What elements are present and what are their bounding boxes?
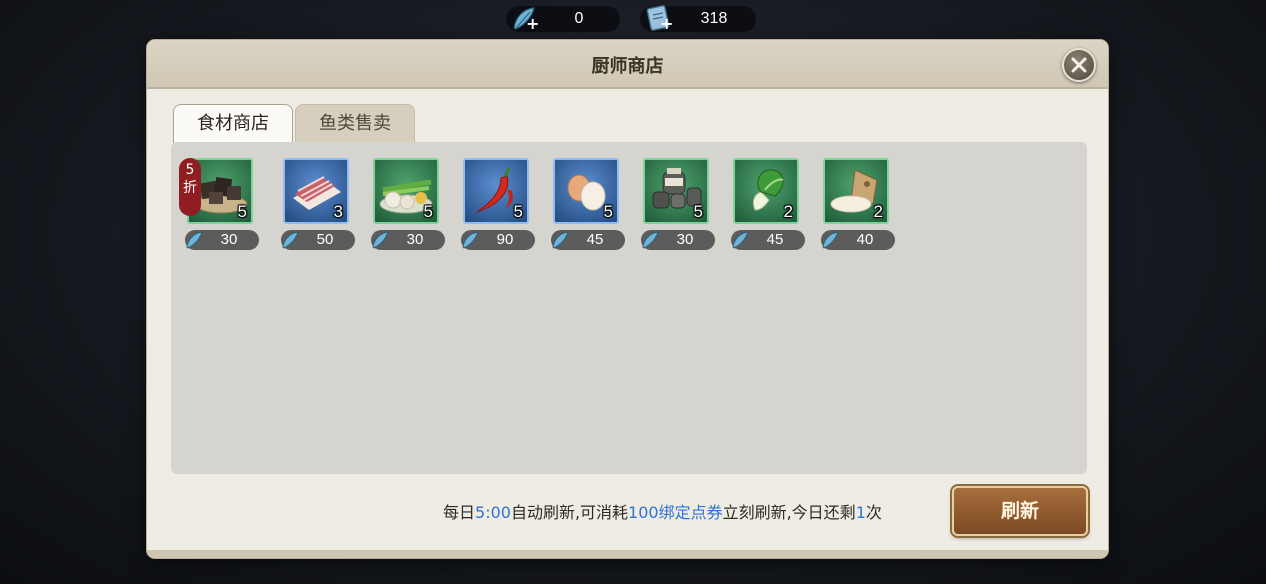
item-quantity: 5: [693, 202, 703, 221]
feather-count: 0: [574, 10, 584, 27]
item-price[interactable]: 30: [185, 230, 259, 250]
item-tile[interactable]: 5: [373, 158, 439, 224]
item-quantity: 5: [603, 202, 613, 221]
item-tile[interactable]: 5: [643, 158, 709, 224]
add-scroll-button[interactable]: +: [660, 14, 673, 33]
currency-scroll: + 318: [640, 5, 756, 33]
item-price[interactable]: 90: [461, 230, 535, 250]
window-bottom-border: [147, 550, 1108, 558]
shop-item-flour-sack[interactable]: 2 40: [817, 158, 897, 254]
price-value: 90: [496, 231, 514, 248]
close-button[interactable]: [1062, 48, 1096, 82]
item-grid: 5 5折 30 3 50 5 30 5 90 5 45 5 30 2 45 2 …: [171, 142, 1087, 474]
refresh-info-text: 立刻刷新,今日还剩: [722, 503, 856, 522]
item-price[interactable]: 50: [281, 230, 355, 250]
shop-item-bok-choy[interactable]: 2 45: [727, 158, 807, 254]
item-price[interactable]: 45: [551, 230, 625, 250]
shop-item-pork-belly[interactable]: 3 50: [277, 158, 357, 254]
shop-item-tofu[interactable]: 5 5折 30: [179, 158, 261, 254]
scroll-count: 318: [700, 10, 728, 27]
price-value: 30: [220, 231, 238, 248]
refresh-time: 5:00: [475, 503, 511, 522]
price-value: 45: [766, 231, 784, 248]
refresh-remaining: 1: [855, 503, 866, 522]
shop-item-scallion-garlic[interactable]: 5 30: [367, 158, 447, 254]
price-value: 45: [586, 231, 604, 248]
price-value: 50: [316, 231, 334, 248]
window-title: 厨师商店: [591, 56, 664, 77]
shop-item-condiment-jars[interactable]: 5 30: [637, 158, 717, 254]
item-tile[interactable]: 2: [823, 158, 889, 224]
item-tile[interactable]: 5: [463, 158, 529, 224]
refresh-info-text: 自动刷新,可消耗: [510, 503, 629, 522]
tab-ingredients-shop[interactable]: 食材商店: [173, 104, 293, 143]
shop-item-chili-pepper[interactable]: 5 90: [457, 158, 537, 254]
item-quantity: 5: [513, 202, 523, 221]
item-price[interactable]: 30: [371, 230, 445, 250]
currency-feather: + 0: [506, 6, 620, 33]
item-quantity: 5: [237, 202, 247, 221]
price-value: 30: [676, 231, 694, 248]
item-quantity: 5: [423, 202, 433, 221]
chef-shop-window: 厨师商店 食材商店 鱼类售卖 5 5折 30 3 50 5 30 5 90 5 …: [147, 40, 1108, 558]
refresh-info-text: 次: [865, 503, 882, 522]
item-tile[interactable]: 5: [553, 158, 619, 224]
item-tile[interactable]: 3: [283, 158, 349, 224]
item-tile[interactable]: 2: [733, 158, 799, 224]
item-price[interactable]: 45: [731, 230, 805, 250]
price-value: 30: [406, 231, 424, 248]
refresh-info: 每日5:00自动刷新,可消耗100绑定点券立刻刷新,今日还剩1次: [443, 499, 882, 523]
tab-fish-sale[interactable]: 鱼类售卖: [295, 104, 415, 143]
refresh-info-text: 每日: [443, 503, 476, 522]
item-quantity: 2: [873, 202, 883, 221]
item-quantity: 3: [333, 202, 343, 221]
shop-item-eggs[interactable]: 5 45: [547, 158, 627, 254]
close-icon: [1071, 57, 1087, 73]
title-bar: 厨师商店: [147, 40, 1108, 89]
add-feather-button[interactable]: +: [526, 14, 539, 33]
discount-badge: 5折: [179, 158, 201, 216]
price-value: 40: [856, 231, 874, 248]
refresh-cost: 100绑定点券: [628, 503, 723, 522]
refresh-button[interactable]: 刷新: [952, 486, 1088, 536]
item-price[interactable]: 40: [821, 230, 895, 250]
item-quantity: 2: [783, 202, 793, 221]
item-price[interactable]: 30: [641, 230, 715, 250]
